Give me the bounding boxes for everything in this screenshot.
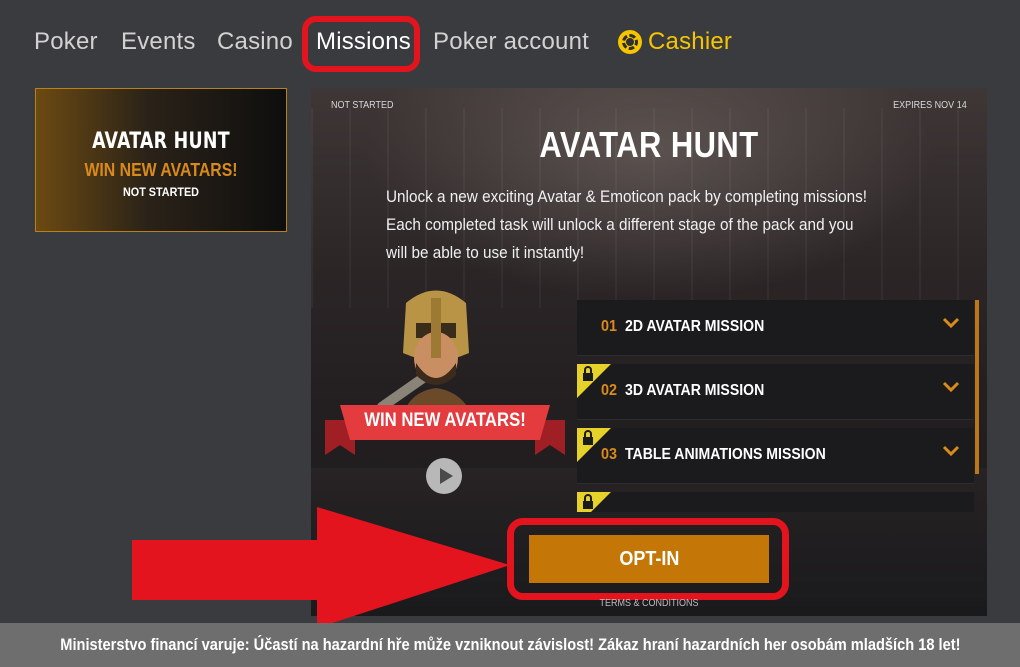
opt-in-button[interactable]: OPT-IN	[529, 535, 769, 583]
gambling-warning-text: Ministerstvo financí varuje: Účastí na h…	[59, 635, 961, 654]
mission-row-4[interactable]	[577, 492, 974, 512]
chevron-down-icon	[942, 317, 960, 329]
mission-number: 01	[601, 318, 618, 335]
terms-link[interactable]: TERMS & CONDITIONS	[563, 598, 736, 609]
mission-card-avatar-hunt[interactable]: AVATAR HUNT WIN NEW AVATARS! NOT STARTED	[35, 88, 287, 232]
mission-name: TABLE ANIMATIONS MISSION	[625, 446, 826, 463]
mission-list: 01 2D AVATAR MISSION 02 3D AVATAR MISSIO…	[577, 300, 975, 512]
chip-icon	[618, 30, 642, 54]
panel-title: AVATAR HUNT	[539, 124, 759, 165]
mission-status: NOT STARTED	[331, 100, 394, 111]
nav-cashier[interactable]: Cashier	[618, 28, 732, 56]
gambling-warning-bar: Ministerstvo financí varuje: Účastí na h…	[0, 623, 1020, 667]
nav-casino[interactable]: Casino	[217, 28, 293, 56]
card-subtitle: WIN NEW AVATARS!	[84, 160, 238, 180]
missions-highlight-annotation	[302, 16, 420, 72]
mission-row-1[interactable]: 01 2D AVATAR MISSION	[577, 300, 974, 356]
arrow-annotation	[132, 507, 510, 628]
mission-name: 2D AVATAR MISSION	[625, 318, 765, 335]
mission-list-scrollbar[interactable]	[975, 300, 979, 474]
mission-row-2[interactable]: 02 3D AVATAR MISSION	[577, 364, 974, 420]
chevron-down-icon	[942, 445, 960, 457]
ribbon-text: WIN NEW AVATARS!	[364, 410, 526, 431]
nav-cashier-label: Cashier	[648, 28, 733, 55]
mission-row-3[interactable]: 03 TABLE ANIMATIONS MISSION	[577, 428, 974, 484]
nav-poker-account[interactable]: Poker account	[433, 28, 589, 56]
lock-icon	[577, 492, 611, 512]
panel-description: Unlock a new exciting Avatar & Emoticon …	[386, 187, 868, 262]
card-status: NOT STARTED	[122, 185, 199, 199]
mission-number: 03	[601, 446, 618, 463]
mission-number: 02	[601, 382, 618, 399]
opt-in-label: OPT-IN	[618, 547, 679, 570]
top-nav: Poker Events Casino Missions Poker accou…	[0, 0, 1020, 88]
nav-events[interactable]: Events	[121, 28, 196, 56]
play-video-button[interactable]	[426, 458, 462, 494]
mission-name: 3D AVATAR MISSION	[625, 382, 765, 399]
card-title: AVATAR HUNT	[92, 129, 230, 154]
nav-poker[interactable]: Poker	[34, 28, 98, 56]
chevron-down-icon	[942, 381, 960, 393]
mission-expiry: EXPIRES NOV 14	[893, 100, 967, 111]
